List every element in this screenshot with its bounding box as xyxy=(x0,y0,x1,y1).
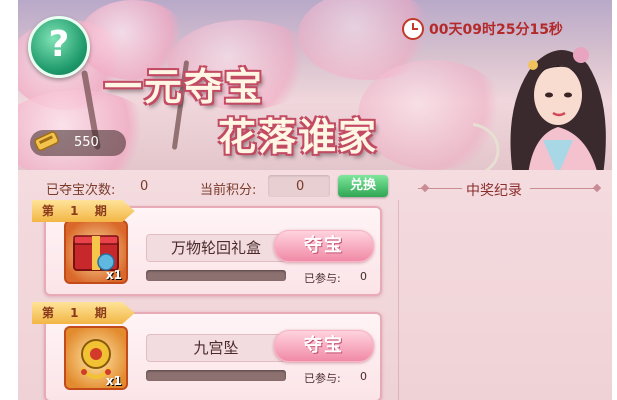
item-icon-pendant[interactable]: x1 xyxy=(64,326,128,390)
period-tag: 第 1 期 xyxy=(32,200,135,222)
question-mark-icon: ? xyxy=(48,24,70,65)
joined-label: 已参与: xyxy=(304,272,341,285)
banner: ? 00天09时25分15秒 一元夺宝 花落谁家 550 xyxy=(18,0,612,170)
currency-amount: 550 xyxy=(74,135,99,150)
winners-title-rule xyxy=(530,188,600,189)
progress-bar xyxy=(146,370,286,381)
item-quantity: x1 xyxy=(105,268,122,282)
snatch-button[interactable]: 夺宝 xyxy=(274,230,374,262)
item-icon-gift-box[interactable]: x1 xyxy=(64,220,128,284)
progress-bar xyxy=(146,270,286,281)
item-name: 九宫坠 xyxy=(146,334,286,362)
winners-title-ornament xyxy=(420,183,430,193)
banner-title-line2: 花落谁家 xyxy=(218,115,379,159)
banner-title-line1: 一元夺宝 xyxy=(104,65,265,109)
period-tag: 第 1 期 xyxy=(32,302,135,324)
countdown-timer: 00天09时25分15秒 xyxy=(402,18,563,40)
item-name: 万物轮回礼盒 xyxy=(146,234,286,262)
exchange-button[interactable]: 兑换 xyxy=(338,175,388,197)
gold-scroll-icon xyxy=(34,131,59,151)
points-label: 当前积分: xyxy=(200,183,257,198)
won-count-value: 0 xyxy=(140,179,149,194)
countdown-text: 00天09时25分15秒 xyxy=(429,22,563,38)
winners-title: 中奖纪录 xyxy=(466,183,522,199)
points-value: 0 xyxy=(296,179,305,194)
help-button[interactable]: ? xyxy=(28,16,90,78)
joined-label: 已参与: xyxy=(304,372,341,385)
won-count-label: 已夺宝次数: xyxy=(46,183,116,198)
item-quantity: x1 xyxy=(105,374,122,388)
joined-value: 0 xyxy=(360,370,367,383)
joined-value: 0 xyxy=(360,270,367,283)
clock-icon xyxy=(402,18,424,40)
snatch-button[interactable]: 夺宝 xyxy=(274,330,374,362)
event-panel: ? 00天09时25分15秒 一元夺宝 花落谁家 550 已夺宝次数: 0 当前… xyxy=(18,0,612,400)
winners-title-ornament xyxy=(592,183,602,193)
character-portrait xyxy=(473,47,606,170)
period-card: x1 九宫坠 夺宝 已参与: 0 xyxy=(44,312,382,400)
panel-divider xyxy=(398,200,399,400)
